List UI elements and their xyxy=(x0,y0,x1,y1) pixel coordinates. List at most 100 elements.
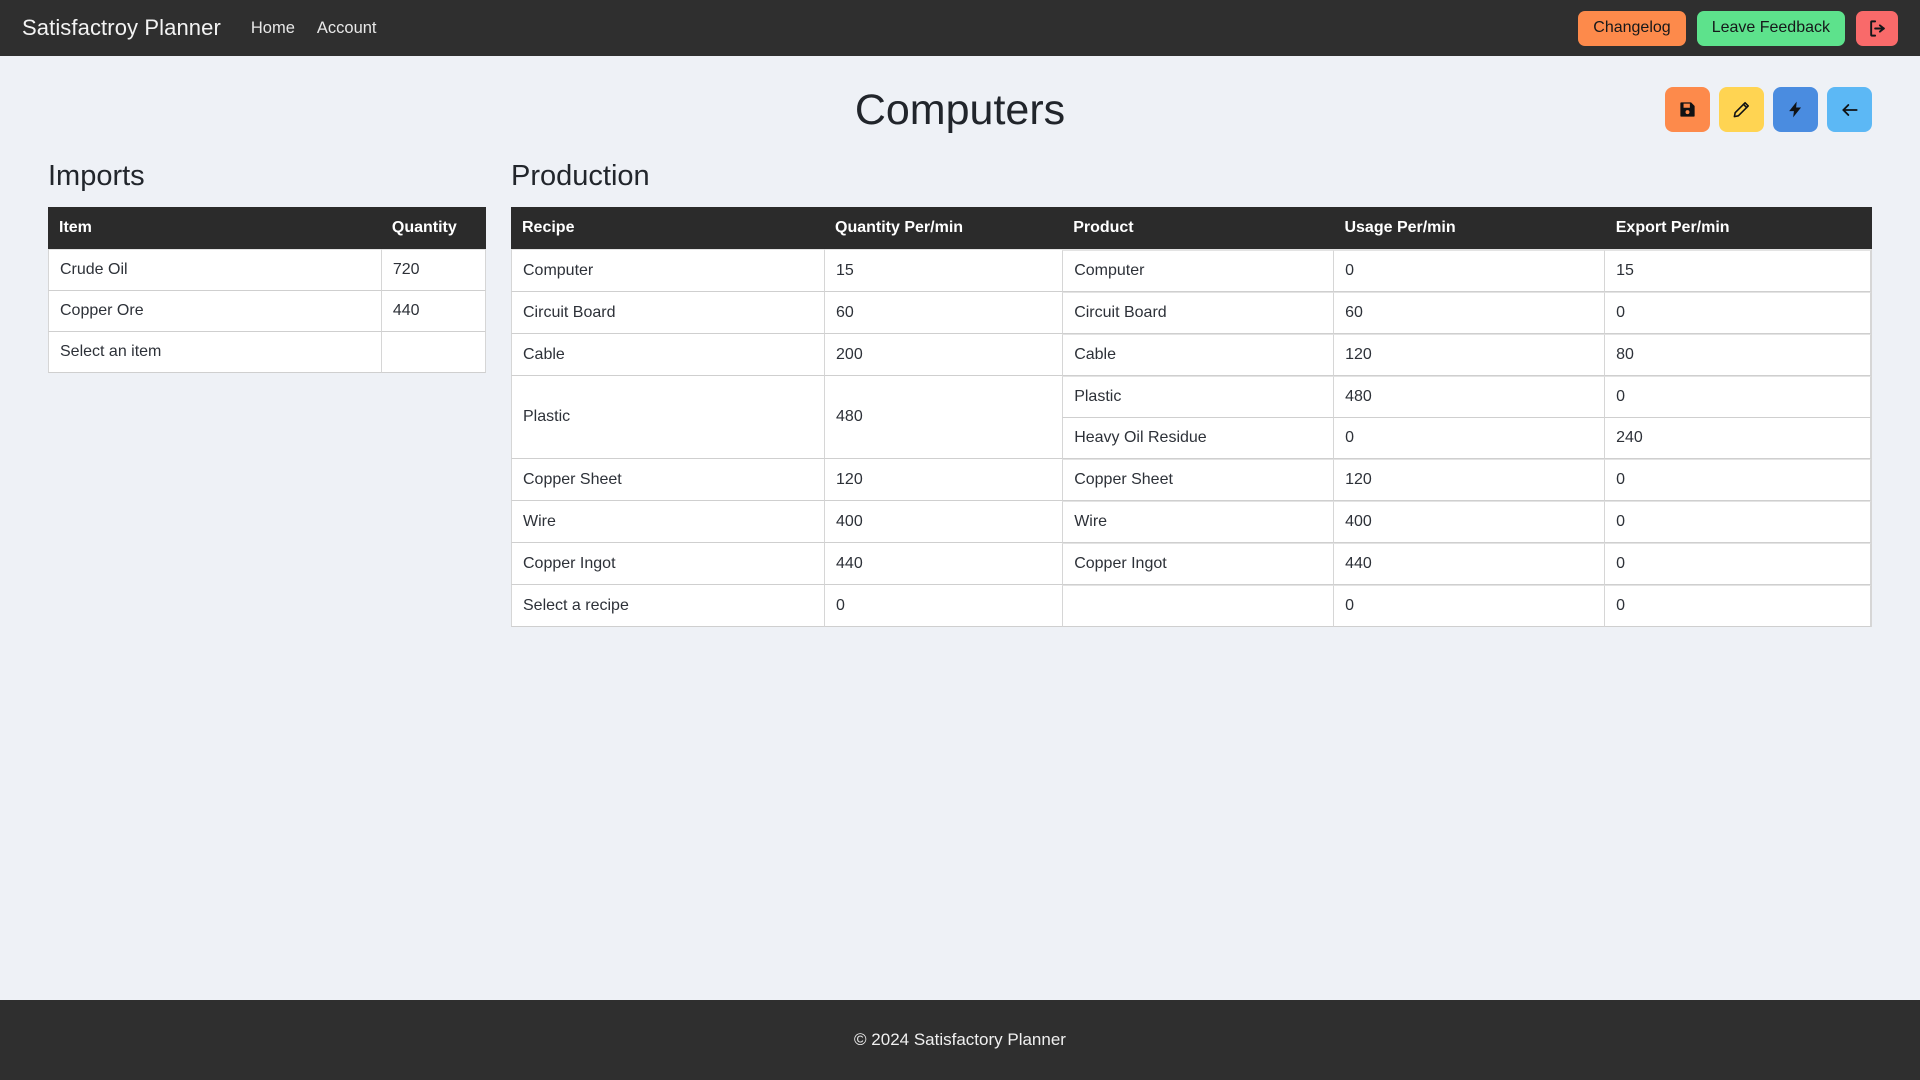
product-row[interactable]: Circuit Board 60 0 xyxy=(1062,292,1871,334)
product-name[interactable] xyxy=(1062,585,1333,627)
table-row[interactable]: Computer 15 Computer 0 15 xyxy=(511,249,1872,292)
product-export[interactable]: 0 xyxy=(1604,543,1871,585)
product-name[interactable]: Cable xyxy=(1062,334,1333,376)
product-usage[interactable]: 0 xyxy=(1333,250,1604,292)
product-usage[interactable]: 60 xyxy=(1333,292,1604,334)
product-row[interactable]: Computer 0 15 xyxy=(1062,250,1871,292)
nav-link-home[interactable]: Home xyxy=(251,19,295,38)
import-item-quantity[interactable]: 440 xyxy=(381,291,486,332)
changelog-button[interactable]: Changelog xyxy=(1578,11,1685,46)
table-row[interactable]: Wire 400 Wire 400 0 xyxy=(511,501,1872,543)
production-col-usage-per-min: Usage Per/min xyxy=(1333,207,1604,249)
table-row[interactable]: Select an item xyxy=(48,332,486,373)
product-row[interactable]: Copper Sheet 120 0 xyxy=(1062,459,1871,501)
brand-title: Satisfactroy Planner xyxy=(22,15,221,41)
table-row[interactable]: Crude Oil 720 xyxy=(48,249,486,291)
table-row[interactable]: Circuit Board 60 Circuit Board 60 0 xyxy=(511,292,1872,334)
import-item-name[interactable]: Copper Ore xyxy=(48,291,381,332)
product-name[interactable]: Circuit Board xyxy=(1062,292,1333,334)
leave-feedback-button[interactable]: Leave Feedback xyxy=(1697,11,1845,46)
production-quantity[interactable]: 15 xyxy=(824,249,1062,292)
import-item-quantity[interactable] xyxy=(381,332,486,373)
product-usage[interactable]: 440 xyxy=(1333,543,1604,585)
imports-col-item: Item xyxy=(48,207,381,249)
panels: Imports Item Quantity Crude Oil 720 xyxy=(48,160,1872,627)
save-button[interactable] xyxy=(1665,87,1710,132)
product-name[interactable]: Computer xyxy=(1062,250,1333,292)
product-name[interactable]: Wire xyxy=(1062,501,1333,543)
product-row[interactable]: Plastic 480 0 xyxy=(1062,376,1871,418)
production-recipe[interactable]: Wire xyxy=(511,501,824,543)
product-usage[interactable]: 400 xyxy=(1333,501,1604,543)
import-item-quantity[interactable]: 720 xyxy=(381,249,486,291)
production-col-quantity-per-min: Quantity Per/min xyxy=(824,207,1062,249)
product-name[interactable]: Plastic xyxy=(1062,376,1333,418)
product-export[interactable]: 15 xyxy=(1604,250,1871,292)
production-recipe[interactable]: Plastic xyxy=(511,376,824,459)
edit-button[interactable] xyxy=(1719,87,1764,132)
product-name[interactable]: Copper Ingot xyxy=(1062,543,1333,585)
production-quantity[interactable]: 400 xyxy=(824,501,1062,543)
production-heading: Production xyxy=(511,160,1872,193)
production-recipe[interactable]: Cable xyxy=(511,334,824,376)
logout-icon xyxy=(1868,19,1887,38)
product-export[interactable]: 0 xyxy=(1604,501,1871,543)
product-row[interactable]: Wire 400 0 xyxy=(1062,501,1871,543)
table-row[interactable]: Copper Sheet 120 Copper Sheet 120 0 xyxy=(511,459,1872,501)
production-recipe[interactable]: Computer xyxy=(511,249,824,292)
production-recipe[interactable]: Circuit Board xyxy=(511,292,824,334)
production-products-cell: Copper Ingot 440 0 xyxy=(1062,543,1872,585)
product-row[interactable]: Heavy Oil Residue 0 240 xyxy=(1062,418,1871,459)
product-export[interactable]: 0 xyxy=(1604,459,1871,501)
product-export[interactable]: 0 xyxy=(1604,376,1871,418)
power-button[interactable] xyxy=(1773,87,1818,132)
product-usage[interactable]: 0 xyxy=(1333,585,1604,627)
product-export[interactable]: 240 xyxy=(1604,418,1871,459)
action-button-bar xyxy=(1665,87,1872,132)
back-button[interactable] xyxy=(1827,87,1872,132)
lightning-icon xyxy=(1786,100,1805,119)
table-row[interactable]: Copper Ingot 440 Copper Ingot 440 0 xyxy=(511,543,1872,585)
logout-button[interactable] xyxy=(1856,11,1898,46)
table-row[interactable]: Select a recipe 0 0 0 xyxy=(511,585,1872,627)
nav-link-account[interactable]: Account xyxy=(317,19,377,38)
table-row[interactable]: Copper Ore 440 xyxy=(48,291,486,332)
product-usage[interactable]: 120 xyxy=(1333,459,1604,501)
imports-header-row: Item Quantity xyxy=(48,207,486,249)
pencil-icon xyxy=(1732,100,1751,119)
production-col-group: Product Usage Per/min Export Per/min xyxy=(1062,207,1872,249)
product-name[interactable]: Copper Sheet xyxy=(1062,459,1333,501)
product-row[interactable]: Copper Ingot 440 0 xyxy=(1062,543,1871,585)
production-products-cell: Cable 120 80 xyxy=(1062,334,1872,376)
production-header-row: Recipe Quantity Per/min Product Usage Pe… xyxy=(511,207,1872,249)
product-export[interactable]: 80 xyxy=(1604,334,1871,376)
production-quantity[interactable]: 440 xyxy=(824,543,1062,585)
product-usage[interactable]: 0 xyxy=(1333,418,1604,459)
production-recipe-select-placeholder[interactable]: Select a recipe xyxy=(511,585,824,627)
imports-table: Item Quantity Crude Oil 720 Copper Ore 4… xyxy=(48,207,486,373)
product-usage[interactable]: 120 xyxy=(1333,334,1604,376)
import-item-name[interactable]: Crude Oil xyxy=(48,249,381,291)
imports-table-body: Crude Oil 720 Copper Ore 440 Select an i… xyxy=(48,249,486,373)
product-row[interactable]: 0 0 xyxy=(1062,585,1871,627)
main-content: Computers xyxy=(0,56,1920,1080)
import-item-select-placeholder[interactable]: Select an item xyxy=(48,332,381,373)
production-products-cell: Copper Sheet 120 0 xyxy=(1062,459,1872,501)
product-name[interactable]: Heavy Oil Residue xyxy=(1062,418,1333,459)
production-quantity[interactable]: 480 xyxy=(824,376,1062,459)
product-export[interactable]: 0 xyxy=(1604,585,1871,627)
production-quantity[interactable]: 120 xyxy=(824,459,1062,501)
production-recipe[interactable]: Copper Sheet xyxy=(511,459,824,501)
production-panel: Production Recipe Quantity Per/min xyxy=(511,160,1872,627)
production-quantity[interactable]: 60 xyxy=(824,292,1062,334)
production-col-recipe: Recipe xyxy=(511,207,824,249)
product-row[interactable]: Cable 120 80 xyxy=(1062,334,1871,376)
table-row[interactable]: Cable 200 Cable 120 80 xyxy=(511,334,1872,376)
table-row[interactable]: Plastic 480 Plastic 480 0 xyxy=(511,376,1872,459)
production-quantity[interactable]: 0 xyxy=(824,585,1062,627)
production-quantity[interactable]: 200 xyxy=(824,334,1062,376)
title-row: Computers xyxy=(48,56,1872,152)
product-export[interactable]: 0 xyxy=(1604,292,1871,334)
product-usage[interactable]: 480 xyxy=(1333,376,1604,418)
production-recipe[interactable]: Copper Ingot xyxy=(511,543,824,585)
